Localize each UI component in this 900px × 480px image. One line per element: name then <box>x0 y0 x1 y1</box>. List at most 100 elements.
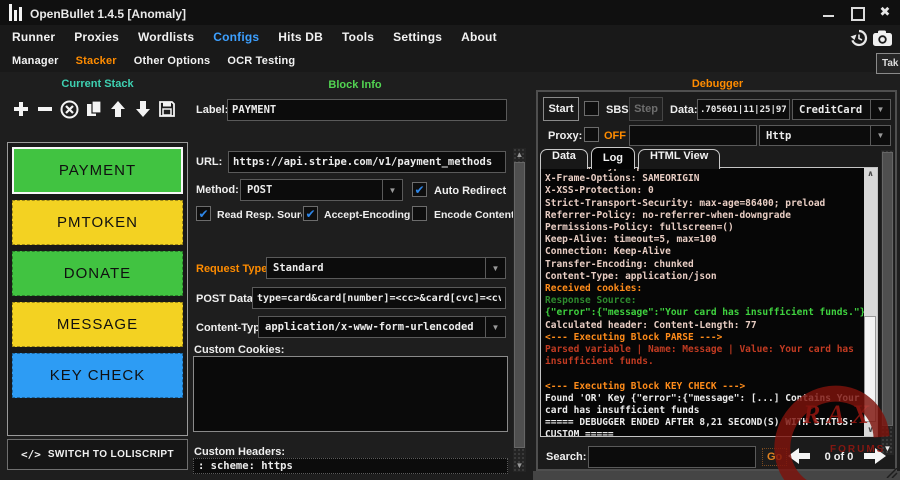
submenu-item[interactable]: Manager <box>12 55 59 67</box>
save-config-icon[interactable] <box>156 97 178 121</box>
menu-item[interactable]: Proxies <box>74 30 119 44</box>
auto-redirect-checkbox[interactable]: ✔ <box>412 182 427 197</box>
log-line: card has insufficient funds <box>545 405 861 417</box>
label-input[interactable] <box>227 99 507 121</box>
read-resp-source-checkbox[interactable]: ✔ <box>196 206 211 221</box>
scroll-up-icon[interactable]: ∧ <box>864 168 877 180</box>
block-info-scrollbar[interactable]: ▲ ▼ <box>513 148 526 472</box>
go-button[interactable]: Go <box>762 448 787 466</box>
log-line: CUSTOM ===== <box>545 429 861 437</box>
label-field-label: Label: <box>196 105 228 116</box>
proxy-type-select[interactable]: Http <box>759 125 891 146</box>
minimize-button[interactable] <box>822 6 836 19</box>
encode-content-checkbox[interactable] <box>412 206 427 221</box>
dropdown-arrow-icon <box>870 100 890 119</box>
log-line: {"error":{"message":"Your card has insuf… <box>545 307 861 319</box>
log-scrollbar[interactable]: ∧ ∨ <box>864 168 877 436</box>
configs-submenu: Manager Stacker Other Options OCR Testing <box>0 49 900 72</box>
auto-redirect-label: Auto Redirect <box>434 186 506 197</box>
stack-block[interactable]: PMTOKEN <box>12 200 183 245</box>
scroll-up-icon[interactable]: ▲ <box>513 150 526 159</box>
debugger-tab[interactable]: Data <box>540 149 588 169</box>
request-type-label: Request Type: <box>196 264 271 275</box>
debugger-tab[interactable]: Log <box>591 147 635 169</box>
stack-block[interactable]: PAYMENT <box>12 147 183 194</box>
search-input[interactable] <box>588 446 756 468</box>
menu-item[interactable]: Configs <box>213 30 259 44</box>
read-resp-source-label: Read Resp. Source <box>217 210 302 221</box>
menu-item[interactable]: Wordlists <box>138 30 194 44</box>
submenu-item[interactable]: OCR Testing <box>227 55 295 67</box>
clear-stack-icon[interactable] <box>59 97 81 121</box>
custom-headers-label: Custom Headers: <box>194 447 285 458</box>
remove-block-icon[interactable] <box>34 97 56 121</box>
window-title: OpenBullet 1.4.5 [Anomaly] <box>30 7 186 21</box>
log-output[interactable]: X-Content-Type-Options: nosniffX-Frame-O… <box>540 167 878 437</box>
resize-grip-icon[interactable] <box>886 468 898 478</box>
accept-encoding-checkbox[interactable]: ✔ <box>303 206 318 221</box>
debugger-title: Debugger <box>540 79 895 90</box>
stack-block[interactable]: MESSAGE <box>12 302 183 347</box>
switch-to-loliscript-button[interactable]: </> SWITCH TO LOLISCRIPT <box>7 439 188 470</box>
debugger-tabs: DataLogHTML View <box>540 147 723 169</box>
log-line: insufficient funds. <box>545 356 861 368</box>
scrollbar-thumb[interactable] <box>514 162 525 448</box>
camera-icon[interactable] <box>872 29 893 47</box>
log-line: ===== DEBUGGER ENDED AFTER 8,21 SECOND(S… <box>545 417 861 429</box>
post-data-label: POST Data: <box>196 294 257 305</box>
accept-encoding-label: Accept-Encoding <box>324 210 410 221</box>
custom-cookies-textarea[interactable] <box>193 356 508 432</box>
log-line: X-XSS-Protection: 0 <box>545 185 861 197</box>
menu-item[interactable]: About <box>461 30 497 44</box>
menu-item[interactable]: Settings <box>393 30 442 44</box>
debugger-tab[interactable]: HTML View <box>638 149 720 169</box>
proxy-checkbox[interactable] <box>584 127 599 142</box>
data-label: Data: <box>670 105 698 116</box>
data-input[interactable] <box>697 99 790 120</box>
sbs-label: SBS <box>606 105 629 116</box>
move-up-icon[interactable] <box>107 97 129 121</box>
stack-block[interactable]: DONATE <box>12 251 183 296</box>
log-line: Strict-Transport-Security: max-age=86400… <box>545 198 861 210</box>
history-icon[interactable] <box>849 29 869 47</box>
scrollbar-thumb[interactable] <box>864 316 876 422</box>
log-line: <--- Executing Block KEY CHECK ---> <box>545 381 861 393</box>
previous-match-icon[interactable] <box>786 446 812 466</box>
maximize-button[interactable] <box>850 6 864 19</box>
stack-block[interactable]: KEY CHECK <box>12 353 183 398</box>
menu-item[interactable]: Tools <box>342 30 374 44</box>
debugger-scrollbar[interactable]: ▼ <box>881 150 894 455</box>
content-type-select[interactable]: application/x-www-form-urlencoded <box>258 316 506 338</box>
dropdown-arrow-icon <box>485 258 505 278</box>
menu-item[interactable]: Hits DB <box>278 30 323 44</box>
submenu-item[interactable]: Other Options <box>134 55 211 67</box>
scrollbar-thumb[interactable] <box>882 152 893 426</box>
log-line: Content-Type: application/json <box>545 271 861 283</box>
wordlist-type-select[interactable]: CreditCard <box>792 99 891 120</box>
next-match-icon[interactable] <box>862 446 888 466</box>
scroll-down-icon[interactable]: ▼ <box>513 461 526 470</box>
dropdown-arrow-icon <box>382 180 402 200</box>
window-bottom-edge <box>533 471 900 480</box>
menu-item[interactable]: Runner <box>12 30 55 44</box>
proxy-input[interactable] <box>629 125 757 146</box>
custom-headers-textarea[interactable]: : scheme: https <box>193 458 508 474</box>
code-icon: </> <box>21 448 41 461</box>
take-screenshot-button[interactable]: Tak <box>876 53 900 74</box>
url-input[interactable] <box>228 151 506 173</box>
log-line: Found 'OR' Key {"error":{"message": [...… <box>545 393 861 405</box>
scroll-down-icon[interactable]: ∨ <box>864 424 877 436</box>
current-stack-title: Current Stack <box>0 79 195 90</box>
close-button[interactable]: ✖ <box>878 6 892 19</box>
request-type-select[interactable]: Standard <box>266 257 506 279</box>
post-data-input[interactable] <box>252 287 506 309</box>
start-button[interactable]: Start <box>543 97 579 121</box>
clone-block-icon[interactable] <box>83 97 105 121</box>
add-block-icon[interactable] <box>10 97 32 121</box>
sbs-checkbox[interactable] <box>584 101 599 116</box>
submenu-item[interactable]: Stacker <box>76 55 117 67</box>
encode-content-label: Encode Content <box>434 210 515 221</box>
move-down-icon[interactable] <box>132 97 154 121</box>
step-button[interactable]: Step <box>629 97 663 121</box>
method-select[interactable]: POST <box>240 179 403 201</box>
